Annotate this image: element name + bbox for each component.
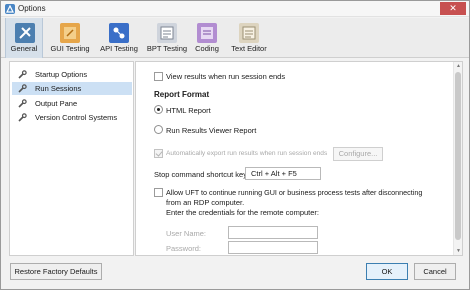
shortcut-key-label: Stop command shortcut key: bbox=[154, 170, 250, 179]
sidebar-item-run-sessions[interactable]: Run Sessions bbox=[12, 82, 132, 95]
tab-general[interactable]: General bbox=[5, 18, 43, 58]
sidebar-item-version-control-systems[interactable]: Version Control Systems bbox=[12, 111, 132, 124]
options-dialog: Options ✕ General GUI Testing API Testin… bbox=[0, 0, 470, 290]
credentials-instruction: Enter the credentials for the remote com… bbox=[166, 208, 319, 217]
run-results-viewer-radio[interactable] bbox=[154, 125, 163, 134]
user-name-label: User Name: bbox=[166, 229, 207, 238]
scroll-up-arrow-icon[interactable]: ▲ bbox=[454, 62, 462, 70]
wrench-icon bbox=[18, 113, 27, 122]
api-testing-icon bbox=[109, 23, 129, 43]
configure-button[interactable]: Configure... bbox=[333, 147, 383, 161]
password-label: Password: bbox=[166, 244, 202, 253]
title-bar: Options ✕ bbox=[1, 1, 469, 17]
app-logo-icon bbox=[5, 4, 15, 14]
allow-uft-label-line2: from an RDP computer. bbox=[166, 198, 245, 207]
cancel-button[interactable]: Cancel bbox=[414, 263, 456, 280]
run-results-viewer-label: Run Results Viewer Report bbox=[166, 126, 257, 135]
options-category-toolbar: General GUI Testing API Testing BPT Test… bbox=[1, 18, 469, 58]
tab-api-testing[interactable]: API Testing bbox=[97, 18, 141, 58]
scrollbar-thumb[interactable] bbox=[455, 72, 461, 240]
wrench-icon bbox=[18, 70, 27, 79]
window-title: Options bbox=[18, 4, 46, 13]
tab-text-editor[interactable]: Text Editor bbox=[227, 18, 271, 58]
view-results-checkbox[interactable] bbox=[154, 72, 163, 81]
tab-coding-label: Coding bbox=[195, 44, 219, 53]
html-report-label: HTML Report bbox=[166, 106, 211, 115]
close-button[interactable]: ✕ bbox=[440, 2, 466, 15]
report-format-heading: Report Format bbox=[154, 90, 210, 99]
sidebar-item-label: Output Pane bbox=[35, 99, 78, 108]
text-editor-icon bbox=[239, 23, 259, 43]
coding-icon bbox=[197, 23, 217, 43]
tab-bpt-testing-label: BPT Testing bbox=[146, 44, 188, 53]
auto-export-label: Automatically export run results when ru… bbox=[166, 150, 328, 157]
sidebar-item-label: Version Control Systems bbox=[35, 113, 118, 122]
tab-gui-testing[interactable]: GUI Testing bbox=[46, 18, 94, 58]
tab-coding[interactable]: Coding bbox=[193, 18, 221, 58]
shortcut-key-field[interactable]: Ctrl + Alt + F5 bbox=[245, 167, 321, 180]
sidebar-item-label: Startup Options bbox=[35, 70, 88, 79]
ok-button[interactable]: OK bbox=[366, 263, 408, 280]
tab-text-editor-label: Text Editor bbox=[231, 44, 267, 53]
gui-testing-icon bbox=[60, 23, 80, 43]
user-name-field[interactable] bbox=[228, 226, 318, 239]
allow-uft-rdp-checkbox[interactable] bbox=[154, 188, 163, 197]
auto-export-checkbox[interactable] bbox=[154, 149, 163, 158]
tab-gui-testing-label: GUI Testing bbox=[50, 44, 90, 53]
allow-uft-label-line1: Allow UFT to continue running GUI or bus… bbox=[166, 188, 423, 197]
password-field[interactable] bbox=[228, 241, 318, 254]
bpt-testing-icon bbox=[157, 23, 177, 43]
tab-general-label: General bbox=[10, 44, 38, 53]
html-report-radio[interactable] bbox=[154, 105, 163, 114]
scroll-down-arrow-icon[interactable]: ▼ bbox=[454, 247, 462, 255]
general-settings-icon bbox=[15, 23, 35, 43]
sidebar-item-label: Run Sessions bbox=[35, 84, 82, 93]
vertical-scrollbar[interactable]: ▲ ▼ bbox=[453, 62, 462, 255]
sidebar-item-startup-options[interactable]: Startup Options bbox=[12, 68, 132, 81]
wrench-icon bbox=[18, 84, 27, 93]
options-sidebar: Startup Options Run Sessions Output Pane… bbox=[9, 61, 134, 256]
view-results-label: View results when run session ends bbox=[166, 72, 286, 81]
sidebar-item-output-pane[interactable]: Output Pane bbox=[12, 97, 132, 110]
wrench-icon bbox=[18, 99, 27, 108]
restore-factory-defaults-button[interactable]: Restore Factory Defaults bbox=[10, 263, 102, 280]
tab-bpt-testing[interactable]: BPT Testing bbox=[144, 18, 190, 58]
run-sessions-panel: View results when run session ends Repor… bbox=[135, 61, 463, 256]
tab-api-testing-label: API Testing bbox=[100, 44, 138, 53]
